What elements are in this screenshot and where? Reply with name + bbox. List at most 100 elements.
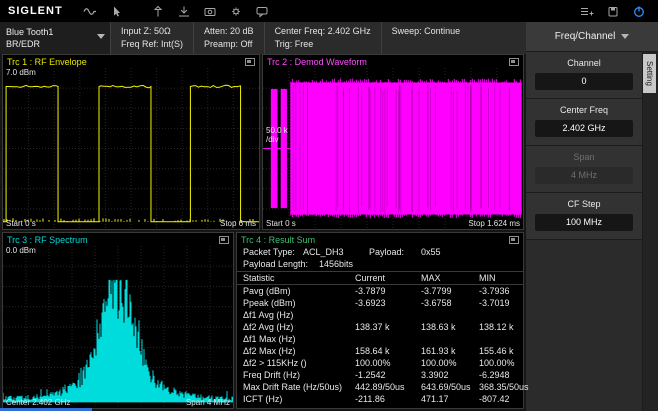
control-sidebar: Freq/Channel Channel 0 Center Freq 2.402… — [526, 22, 658, 411]
stat-label: Δf2 Max (Hz) — [243, 345, 355, 357]
stat-value: 138.37 k — [355, 321, 421, 333]
panel-menu-icon[interactable] — [245, 58, 255, 66]
camera-icon[interactable] — [202, 4, 218, 19]
packet-info-row: Packet Type: ACL_DH3 Payload: 0x55 — [237, 246, 523, 258]
panel-menu-icon[interactable] — [219, 236, 229, 244]
result-sum-panel[interactable]: Trc 4 : Result Sum Packet Type: ACL_DH3 … — [236, 232, 524, 409]
table-row: Ppeak (dBm)-3.6923-3.6758-3.7019 — [237, 297, 523, 309]
center-freq-label: Center Freq — [526, 105, 642, 115]
stat-label: Freq Drift (Hz) — [243, 369, 355, 381]
panel-menu-icon[interactable] — [509, 58, 519, 66]
channel-button[interactable]: Channel 0 — [526, 52, 642, 99]
table-row: Δf2 Avg (Hz)138.37 k138.63 k138.12 k — [237, 321, 523, 333]
stat-value — [355, 309, 421, 321]
payload-length-row: Payload Length: 1456bits — [237, 258, 523, 272]
center-freq-button[interactable]: Center Freq 2.402 GHz — [526, 99, 642, 146]
panel-menu-icon[interactable] — [509, 236, 519, 244]
x-stop-label: Stop 1.624 ms — [468, 219, 520, 228]
menu-plus-icon[interactable] — [579, 4, 595, 19]
cf-step-label: CF Step — [526, 199, 642, 209]
ref-level-label: 7.0 dBm — [6, 68, 36, 77]
gear-icon[interactable] — [228, 4, 244, 19]
stat-value — [479, 333, 523, 345]
stat-value — [479, 309, 523, 321]
stat-value: 138.63 k — [421, 321, 479, 333]
trace-area: Trc 1 : RF Envelope 7.0 dBm Start 0 s St… — [0, 54, 526, 411]
payload-value: 0x55 — [421, 246, 441, 258]
result-table-body: Pavg (dBm)-3.7879-3.7799-3.7936Ppeak (dB… — [237, 285, 523, 405]
chevron-down-icon — [621, 34, 629, 39]
stat-label: ICFT (Hz) — [243, 393, 355, 405]
span-label: Span — [526, 152, 642, 162]
sidebar-edge-strip: Setting — [642, 52, 658, 411]
sidebar-menu-label: Freq/Channel — [555, 31, 616, 42]
stat-value: -3.7799 — [421, 285, 479, 297]
table-row: Δf1 Avg (Hz) — [237, 309, 523, 321]
analyzer-screen: SIGLENT — [0, 0, 658, 411]
chevron-down-icon — [97, 34, 105, 39]
download-icon[interactable] — [176, 4, 192, 19]
packet-type-label: Packet Type: — [243, 246, 303, 258]
disk-icon[interactable] — [605, 4, 621, 19]
result-table-header: Statistic Current MAX MIN — [237, 272, 523, 285]
sweep-settings: Sweep: Continue — [381, 22, 471, 54]
demod-waveform-plot — [263, 68, 523, 229]
table-row: Δf2 Max (Hz)158.64 k161.93 k155.46 k — [237, 345, 523, 357]
tab-setting[interactable]: Setting — [643, 54, 656, 93]
trace1-title: Trc 1 : RF Envelope — [7, 57, 87, 67]
table-row: Max Drift Rate (Hz/50us)442.89/50us643.6… — [237, 381, 523, 393]
touch-pointer-icon[interactable] — [108, 4, 124, 19]
x-center-label: Center 2.402 GHz — [6, 398, 70, 407]
rf-spectrum-panel[interactable]: Trc 3 : RF Spectrum 0.0 dBm Center 2.402… — [2, 232, 234, 409]
stat-label: Max Drift Rate (Hz/50us) — [243, 381, 355, 393]
ref-level-label: 0.0 dBm — [6, 246, 36, 255]
stat-value: 100.00% — [421, 357, 479, 369]
packet-type-value: ACL_DH3 — [303, 246, 369, 258]
stat-value: 100.00% — [355, 357, 421, 369]
stat-value: -3.7019 — [479, 297, 523, 309]
stat-value — [421, 333, 479, 345]
trace2-title: Trc 2 : Demod Waveform — [267, 57, 367, 67]
rf-envelope-panel[interactable]: Trc 1 : RF Envelope 7.0 dBm Start 0 s St… — [2, 54, 260, 230]
stat-value: 368.35/50us — [479, 381, 529, 393]
stat-value: -807.42 — [479, 393, 523, 405]
power-icon[interactable] — [631, 4, 647, 19]
chat-icon[interactable] — [254, 4, 270, 19]
stat-value: -3.7936 — [479, 285, 523, 297]
x-stop-label: Stop 6 ms — [220, 219, 256, 228]
stat-value: 138.12 k — [479, 321, 523, 333]
stat-value: 3.3902 — [421, 369, 479, 381]
stat-value: -3.7879 — [355, 285, 421, 297]
antenna-icon[interactable] — [150, 4, 166, 19]
demod-waveform-panel[interactable]: Trc 2 : Demod Waveform 50.0 k/div Start … — [262, 54, 524, 230]
table-row: Pavg (dBm)-3.7879-3.7799-3.7936 — [237, 285, 523, 297]
measurement-mode-dropdown[interactable]: Blue Tooth1 BR/EDR — [0, 22, 110, 54]
stat-label: Δf1 Max (Hz) — [243, 333, 355, 345]
trace4-title: Trc 4 : Result Sum — [241, 235, 315, 245]
waveform-icon[interactable] — [82, 4, 98, 19]
x-span-label: Span 4 MHz — [186, 398, 230, 407]
channel-value: 0 — [535, 73, 633, 90]
stat-label: Ppeak (dBm) — [243, 297, 355, 309]
stat-value: 158.64 k — [355, 345, 421, 357]
sidebar-menu-title[interactable]: Freq/Channel — [526, 22, 658, 52]
cf-step-button[interactable]: CF Step 100 MHz — [526, 193, 642, 240]
table-row: Δf1 Max (Hz) — [237, 333, 523, 345]
payload-length-label: Payload Length: — [243, 258, 319, 270]
payload-label: Payload: — [369, 246, 421, 258]
stat-value: 643.69/50us — [421, 381, 479, 393]
table-row: ICFT (Hz)-211.86471.17-807.42 — [237, 393, 523, 405]
stat-value — [421, 309, 479, 321]
stat-value: -1.2542 — [355, 369, 421, 381]
cf-step-value: 100 MHz — [535, 214, 633, 231]
stat-value: 155.46 k — [479, 345, 523, 357]
rf-envelope-plot — [3, 68, 259, 229]
stat-value: 161.93 k — [421, 345, 479, 357]
top-toolbar: SIGLENT — [0, 0, 658, 22]
stat-value: -6.2948 — [479, 369, 523, 381]
channel-label: Channel — [526, 58, 642, 68]
x-start-label: Start 0 s — [6, 219, 36, 228]
atten-settings: Atten: 20 dBPreamp: Off — [193, 22, 264, 54]
stat-label: Δf2 > 115KHz () — [243, 357, 355, 369]
stat-value: 100.00% — [479, 357, 523, 369]
